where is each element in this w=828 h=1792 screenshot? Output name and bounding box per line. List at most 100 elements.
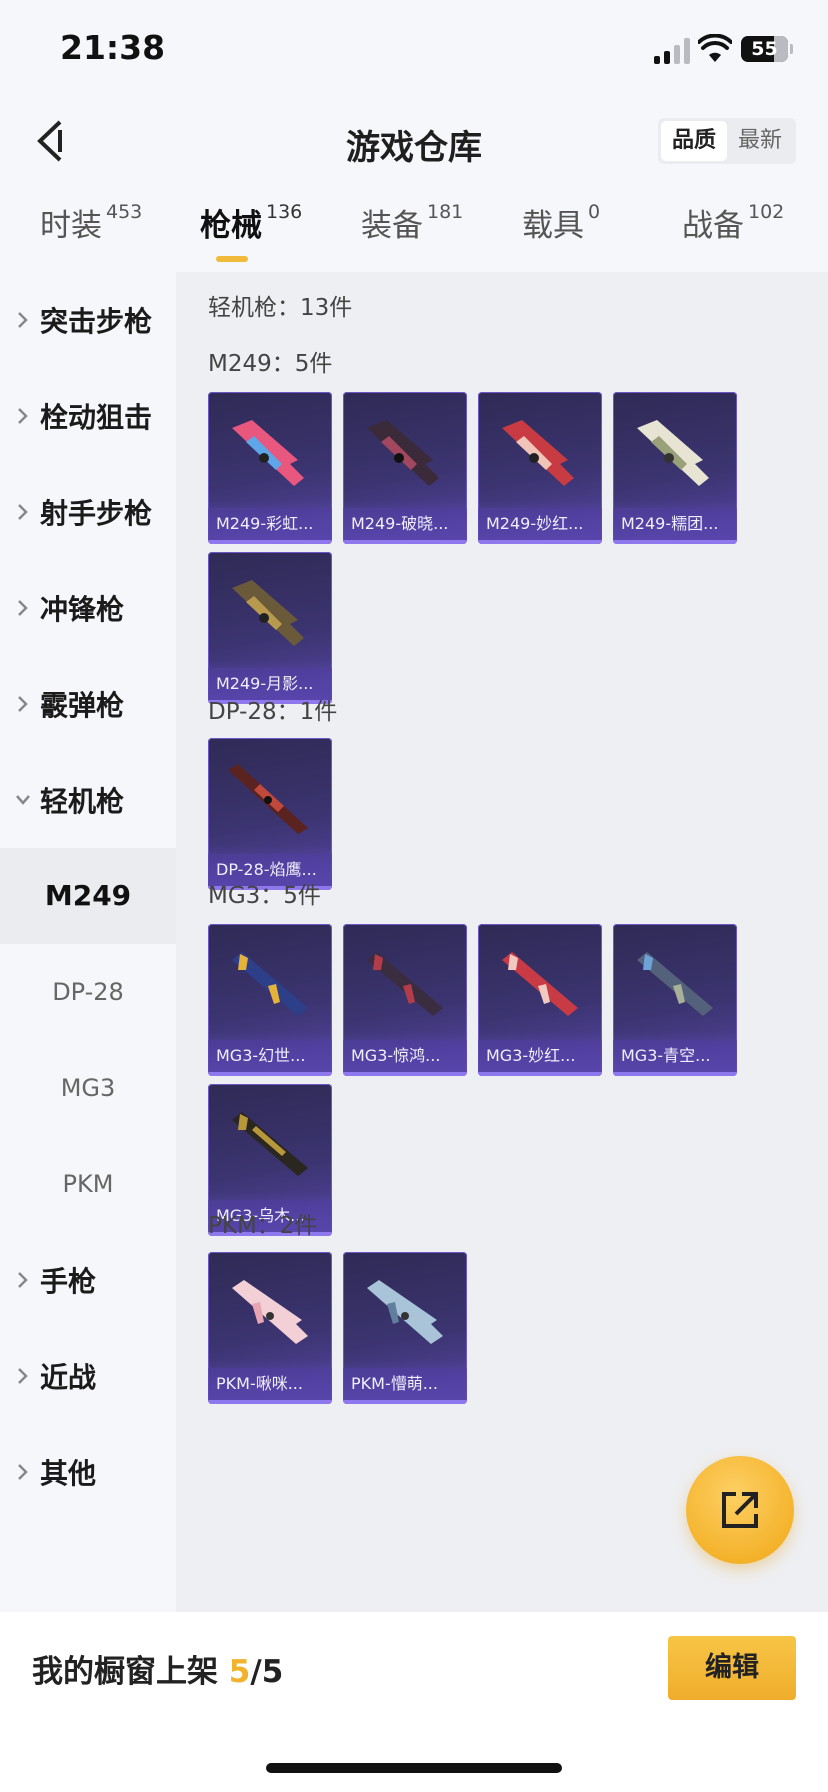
item-name: PKM-懵萌... [343, 1368, 467, 1400]
group-title-dp28: DP-28：1件 [208, 699, 338, 725]
tab-fashion[interactable]: 时装 453 [40, 200, 142, 270]
sidebar-item-label: 射手步枪 [40, 497, 153, 530]
chevron-right-icon [18, 312, 28, 328]
item-grid: 轻机枪：13件 M249：5件 M249-彩虹... M249-破晓... M2… [176, 272, 828, 1612]
group-title-m249: M249：5件 [208, 351, 333, 377]
weapon-thumbnail-icon [367, 952, 443, 1016]
item-name: MG3-幻世... [208, 1040, 332, 1072]
sidebar-item-lmg[interactable]: 轻机枪 [0, 752, 176, 848]
sidebar-item-shotgun[interactable]: 霰弹枪 [0, 656, 176, 752]
item-card[interactable]: PKM-懵萌... [343, 1252, 467, 1404]
weapon-thumbnail-icon [637, 420, 709, 486]
weapon-thumbnail-icon [232, 1280, 308, 1344]
item-name: PKM-啾咪... [208, 1368, 332, 1400]
sidebar-item-marksman-rifle[interactable]: 射手步枪 [0, 464, 176, 560]
chevron-right-icon [18, 1368, 28, 1384]
tab-count: 136 [266, 201, 303, 223]
item-card[interactable]: PKM-啾咪... [208, 1252, 332, 1404]
sidebar-item-assault-rifle[interactable]: 突击步枪 [0, 272, 176, 368]
battery-level: 55 [751, 38, 778, 60]
battery-icon: 55 [741, 36, 788, 62]
tab-vehicles[interactable]: 载具 0 [522, 200, 600, 270]
weapon-thumbnail-icon [502, 420, 574, 486]
chevron-right-icon [18, 1272, 28, 1288]
group-title-pkm: PKM：2件 [208, 1213, 318, 1239]
sidebar-item-label: 冲锋枪 [40, 593, 125, 626]
sidebar-item-label: 轻机枪 [40, 785, 125, 818]
category-tabs: 时装 453 枪械 136 装备 181 载具 0 战备 102 [0, 200, 828, 270]
chevron-right-icon [18, 600, 28, 616]
status-bar: 21:38 55 [0, 0, 828, 100]
item-card[interactable]: MG3-青空... [613, 924, 737, 1076]
sort-by-quality[interactable]: 品质 [661, 121, 727, 161]
tab-supplies[interactable]: 战备 102 [682, 200, 784, 270]
share-fab[interactable] [686, 1456, 794, 1564]
sidebar-subitem-pkm[interactable]: PKM [0, 1136, 176, 1232]
item-card[interactable]: M249-破晓... [343, 392, 467, 544]
sort-by-newest[interactable]: 最新 [727, 121, 793, 161]
tab-count: 453 [106, 201, 143, 223]
home-indicator[interactable] [266, 1763, 562, 1773]
item-name: M249-彩虹... [208, 508, 332, 540]
weapon-thumbnail-icon [367, 420, 439, 486]
sidebar-item-pistol[interactable]: 手枪 [0, 1232, 176, 1328]
sidebar-item-bolt-sniper[interactable]: 栓动狙击 [0, 368, 176, 464]
sidebar-item-label: 霰弹枪 [40, 689, 125, 722]
item-card[interactable]: MG3-妙红... [478, 924, 602, 1076]
tab-label: 装备 [361, 208, 423, 244]
showcase-status: 我的橱窗上架 5/5 [32, 1646, 283, 1691]
cellular-signal-icon [654, 38, 690, 64]
sidebar-subitem-dp28[interactable]: DP-28 [0, 944, 176, 1040]
tab-label: 战备 [682, 208, 744, 244]
tab-label: 时装 [40, 208, 102, 244]
chevron-right-icon [18, 1464, 28, 1480]
weapon-thumbnail-icon [232, 420, 304, 486]
item-card[interactable]: M249-月影... [208, 552, 332, 704]
tab-equipment[interactable]: 装备 181 [361, 200, 463, 270]
sidebar-item-smg[interactable]: 冲锋枪 [0, 560, 176, 656]
item-name: M249-妙红... [478, 508, 602, 540]
external-link-icon [722, 1492, 758, 1528]
edit-button[interactable]: 编辑 [668, 1636, 796, 1700]
weapon-thumbnail-icon [637, 952, 713, 1016]
item-card[interactable]: MG3-幻世... [208, 924, 332, 1076]
sidebar-item-label: 突击步枪 [40, 305, 153, 338]
sidebar-subitem-mg3[interactable]: MG3 [0, 1040, 176, 1136]
weapon-thumbnail-icon [232, 952, 308, 1016]
sidebar-item-label: 手枪 [40, 1265, 97, 1298]
item-card[interactable]: M249-彩虹... [208, 392, 332, 544]
item-card[interactable]: MG3-惊鸿... [343, 924, 467, 1076]
item-card[interactable]: M249-糯团... [613, 392, 737, 544]
group-title-mg3: MG3：5件 [208, 883, 321, 909]
item-card[interactable]: M249-妙红... [478, 392, 602, 544]
sidebar: 突击步枪 栓动狙击 射手步枪 冲锋枪 霰弹枪 轻机枪 M249 DP-28 MG… [0, 272, 176, 1612]
tab-label: 载具 [522, 208, 584, 244]
item-name: MG3-青空... [613, 1040, 737, 1072]
weapon-thumbnail-icon [232, 1112, 308, 1176]
tab-count: 0 [588, 201, 601, 223]
item-name: MG3-惊鸿... [343, 1040, 467, 1072]
sidebar-subitem-m249[interactable]: M249 [0, 848, 176, 944]
showcase-label: 我的橱窗上架 [32, 1654, 218, 1690]
item-card[interactable]: DP-28-焰鹰... [208, 738, 332, 890]
status-time: 21:38 [60, 28, 166, 67]
sidebar-item-label: 栓动狙击 [40, 401, 153, 434]
weapon-thumbnail-icon [502, 952, 578, 1016]
sidebar-item-other[interactable]: 其他 [0, 1424, 176, 1520]
chevron-right-icon [18, 408, 28, 424]
tab-label: 枪械 [200, 208, 262, 244]
tab-count: 102 [748, 201, 785, 223]
tab-count: 181 [427, 201, 464, 223]
sidebar-item-label: 近战 [40, 1361, 97, 1394]
item-name: MG3-妙红... [478, 1040, 602, 1072]
chevron-right-icon [18, 696, 28, 712]
chevron-down-icon [16, 795, 30, 805]
weapon-thumbnail-icon [367, 1280, 443, 1344]
wifi-icon [698, 34, 732, 62]
sort-toggle[interactable]: 品质 最新 [658, 118, 796, 164]
sidebar-item-melee[interactable]: 近战 [0, 1328, 176, 1424]
sidebar-item-label: 其他 [40, 1457, 97, 1490]
active-tab-indicator [216, 256, 248, 262]
showcase-used-count: 5 [228, 1654, 251, 1690]
item-name: M249-糯团... [613, 508, 737, 540]
